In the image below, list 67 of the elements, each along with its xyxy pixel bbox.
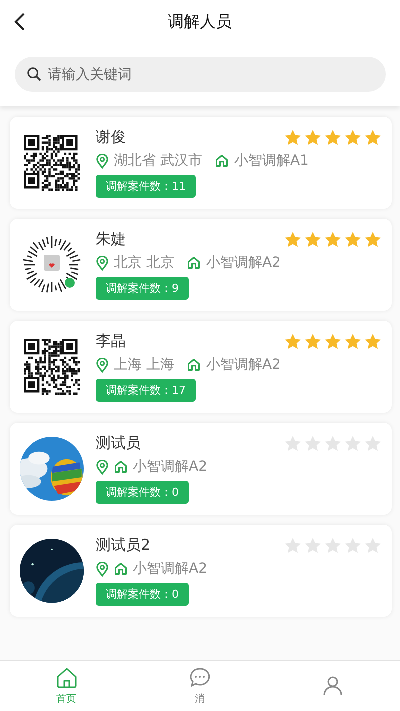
star-icon [304, 332, 322, 350]
mediator-card[interactable]: 测试员 小智调解A2 调解案件数：0 [10, 423, 392, 515]
organization-text: 小智调解A2 [133, 560, 208, 578]
location-pin-icon [96, 154, 109, 168]
mediator-card[interactable]: 朱婕 北京 北京 小智调解A2 调解案件数：9 [10, 219, 392, 311]
mediator-name: 朱婕 [96, 230, 126, 249]
star-icon [284, 230, 302, 248]
mediator-card[interactable]: 李晶 上海 上海 小智调解A2 调解案件数：17 [10, 321, 392, 413]
location-text: 北京 北京 [114, 254, 174, 272]
mediator-name: 李晶 [96, 332, 126, 351]
star-icon [364, 332, 382, 350]
location-pin-icon [96, 562, 109, 576]
star-icon [364, 434, 382, 452]
organization-text: 小智调解A2 [206, 254, 281, 272]
case-count-badge: 调解案件数：11 [96, 175, 196, 198]
home-icon [187, 256, 202, 270]
star-icon [364, 230, 382, 248]
home-icon [114, 562, 128, 576]
star-icon [284, 434, 302, 452]
search-field[interactable]: 请输入关键词 [15, 57, 386, 92]
location-pin-icon [96, 358, 109, 372]
star-icon [304, 434, 322, 452]
organization-text: 小智调解A1 [234, 152, 309, 170]
location-text: 湖北省 武汉市 [114, 152, 202, 170]
star-icon [284, 128, 302, 146]
star-icon [344, 128, 362, 146]
star-icon [344, 332, 362, 350]
star-icon [324, 128, 342, 146]
star-icon [324, 230, 342, 248]
home-icon [54, 666, 79, 690]
mediator-card[interactable]: 谢俊 湖北省 武汉市 小智调解A1 调解案件数：11 [10, 117, 392, 209]
case-count-badge: 调解案件数：9 [96, 277, 189, 300]
page-title: 调解人员 [168, 12, 232, 32]
location-pin-icon [96, 460, 109, 474]
star-icon [324, 332, 342, 350]
case-count-badge: 调解案件数：17 [96, 379, 196, 402]
case-count-badge: 调解案件数：0 [96, 481, 189, 504]
star-icon [284, 536, 302, 554]
star-icon [284, 332, 302, 350]
mediator-card[interactable]: 测试员2 小智调解A2 调解案件数：0 [10, 525, 392, 617]
home-icon [187, 358, 202, 372]
star-icon [364, 536, 382, 554]
star-icon [304, 230, 322, 248]
qr-code-icon [24, 135, 80, 191]
tab-bar-item[interactable]: 消 [133, 661, 267, 711]
home-icon [114, 460, 128, 474]
home-icon [215, 154, 230, 168]
star-icon [324, 434, 342, 452]
location-text: 上海 上海 [114, 356, 174, 374]
star-icon [364, 128, 382, 146]
star-icon [344, 434, 362, 452]
mediator-name: 谢俊 [96, 128, 126, 147]
chat-icon [188, 666, 212, 690]
qr-code-icon [24, 339, 80, 395]
case-count-badge: 调解案件数：0 [96, 583, 189, 606]
mediator-name: 测试员2 [96, 536, 151, 555]
organization-text: 小智调解A2 [206, 356, 281, 374]
star-icon [304, 536, 322, 554]
star-icon [304, 128, 322, 146]
star-icon [344, 536, 362, 554]
star-icon [324, 536, 342, 554]
mini-program-code-icon [22, 235, 82, 295]
location-pin-icon [96, 256, 109, 270]
mediator-name: 测试员 [96, 434, 141, 453]
organization-text: 小智调解A2 [133, 458, 208, 476]
star-icon [344, 230, 362, 248]
back-icon[interactable] [14, 12, 26, 32]
